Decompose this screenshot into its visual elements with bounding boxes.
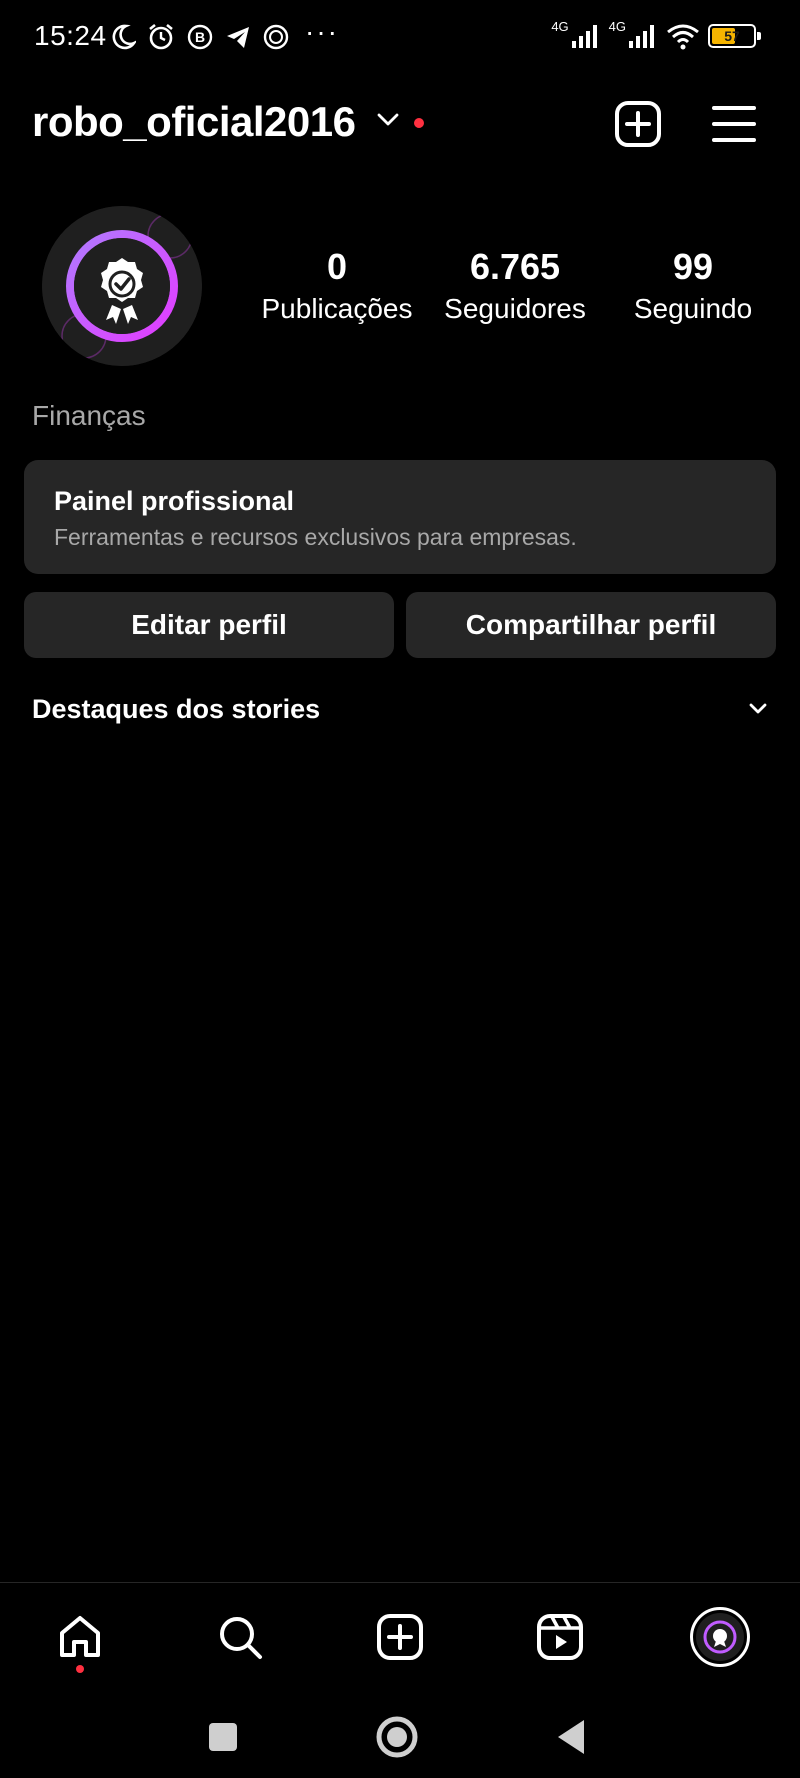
stat-following[interactable]: 99 Seguindo [608, 244, 778, 328]
nav-search[interactable] [200, 1605, 280, 1669]
wifi-icon [667, 24, 699, 50]
battery-level: 57 [724, 28, 740, 44]
nav-profile[interactable] [680, 1605, 760, 1669]
stat-value: 0 [326, 246, 348, 287]
stat-label: Publicações [261, 293, 413, 324]
chevron-down-icon[interactable] [748, 702, 768, 716]
professional-dashboard-card[interactable]: Painel profissional Ferramentas e recurs… [24, 460, 776, 574]
profile-stats: 0 Publicações 6.765 Seguidores 99 Seguin… [240, 244, 760, 334]
stat-followers[interactable]: 6.765 Seguidores [430, 244, 600, 328]
reels-icon [537, 1614, 583, 1660]
status-bar: 15:24 B ··· 4G 4G 57 [0, 0, 800, 74]
story-highlights-header[interactable]: Destaques dos stories [32, 692, 772, 732]
chevron-down-icon[interactable] [376, 112, 400, 128]
search-icon [220, 1617, 262, 1659]
alarm-icon [149, 23, 173, 50]
create-icon [377, 1614, 423, 1660]
home-circle-icon [376, 1716, 418, 1758]
username[interactable]: robo_oficial2016 [32, 98, 356, 146]
stat-value: 6.765 [469, 246, 561, 287]
menu-button[interactable] [708, 98, 760, 150]
status-time: 15:24 [34, 20, 107, 51]
svg-text:B: B [195, 29, 205, 45]
pro-dashboard-subtitle: Ferramentas e recursos exclusivos para e… [54, 524, 577, 550]
nav-create[interactable] [360, 1605, 440, 1669]
signal-icon [571, 25, 597, 48]
create-button[interactable] [612, 98, 664, 150]
notification-dot [414, 118, 424, 128]
home-button[interactable] [372, 1712, 422, 1762]
nav-reels[interactable] [520, 1605, 600, 1669]
pro-dashboard-title: Painel profissional [54, 486, 295, 516]
stat-posts[interactable]: 0 Publicações [252, 244, 422, 328]
create-icon [615, 101, 661, 147]
system-navigation [0, 1692, 800, 1778]
share-profile-button[interactable]: Compartilhar perfil [406, 592, 776, 658]
nav-home[interactable] [40, 1605, 120, 1669]
profile-avatar[interactable] [42, 206, 202, 366]
profile-avatar [690, 1607, 750, 1667]
back-icon [558, 1720, 584, 1754]
network-type-2: 4G [608, 18, 626, 34]
menu-icon [712, 106, 756, 142]
stat-label: Seguidores [444, 293, 586, 324]
back-button[interactable] [546, 1712, 596, 1762]
status-more-indicator: ··· [305, 16, 339, 47]
status-system-icons: 4G 4G 57 [551, 18, 761, 54]
bottom-navigation [0, 1582, 800, 1692]
moon-icon [112, 24, 136, 50]
home-icon [60, 1616, 100, 1657]
stat-value: 99 [672, 246, 714, 287]
avatar-image [42, 206, 202, 366]
b-app-icon: B [187, 24, 213, 50]
telegram-icon [227, 27, 249, 48]
recents-button[interactable] [198, 1712, 248, 1762]
recents-icon [209, 1723, 237, 1751]
profile-category: Finanças [32, 400, 146, 431]
battery-icon: 57 [708, 24, 761, 48]
notification-dot [76, 1665, 84, 1673]
profile-header: robo_oficial2016 [0, 90, 800, 160]
status-notification-icons: B [110, 20, 290, 54]
network-type-1: 4G [551, 18, 569, 34]
stat-label: Seguindo [633, 293, 753, 324]
highlights-title: Destaques dos stories [32, 694, 321, 724]
signal-icon [629, 25, 654, 48]
b-circle-icon [263, 24, 289, 50]
edit-profile-button[interactable]: Editar perfil [24, 592, 394, 658]
